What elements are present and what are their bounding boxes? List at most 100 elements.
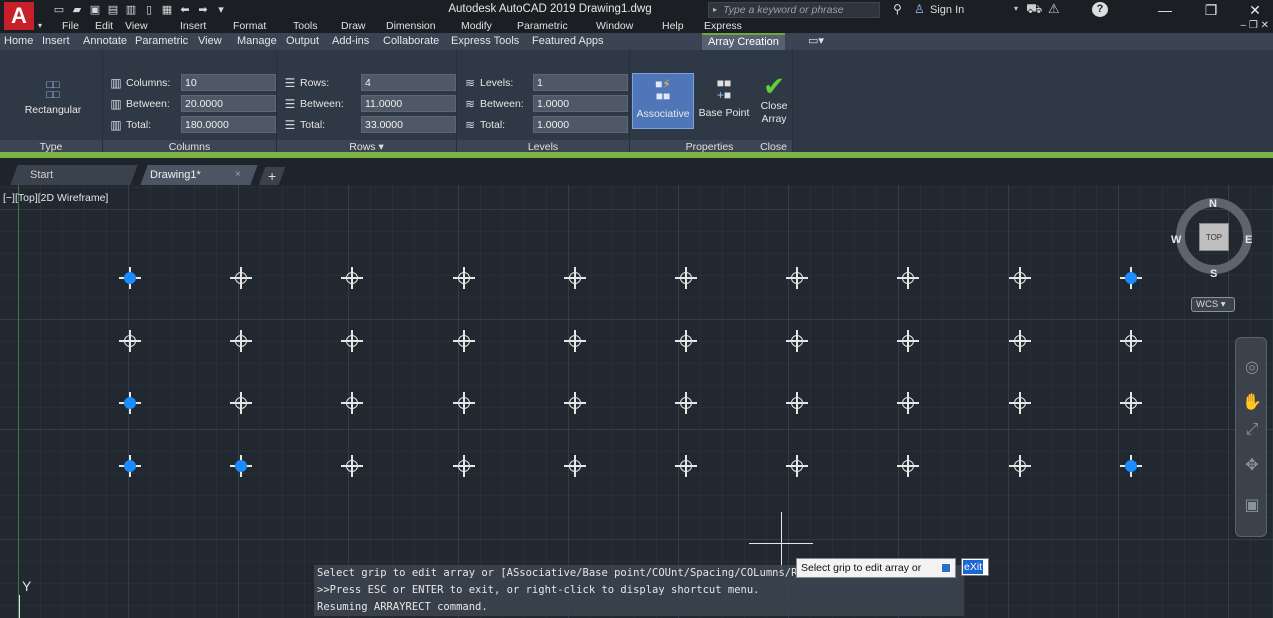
drawing-window-controls[interactable]: – ❐ ✕ (1241, 20, 1269, 31)
dynamic-input-exit-option[interactable]: eXit (961, 558, 989, 576)
tab-insert[interactable]: Insert (42, 33, 70, 50)
array-grip-point[interactable] (1120, 455, 1142, 477)
close-window-button[interactable]: ✕ (1240, 1, 1270, 19)
menu-window[interactable]: Window (596, 20, 633, 33)
tab-array-creation[interactable]: Array Creation (702, 33, 785, 50)
menu-format[interactable]: Format (233, 20, 266, 33)
tab-collaborate[interactable]: Collaborate (383, 33, 439, 50)
chevron-down-icon[interactable]: ▾ (1014, 4, 1018, 13)
rows-between-input[interactable] (361, 95, 456, 112)
viewcube-top-face[interactable]: TOP (1199, 223, 1229, 251)
new-tab-button[interactable]: + (258, 167, 286, 185)
rectangular-array-button[interactable]: □□ □□ Rectangular (18, 80, 88, 117)
array-point[interactable] (1009, 392, 1031, 414)
menu-file[interactable]: File (62, 20, 79, 33)
tab-output[interactable]: Output (286, 33, 319, 50)
array-point[interactable] (341, 330, 363, 352)
array-point[interactable] (1009, 330, 1031, 352)
array-point[interactable] (230, 267, 252, 289)
search-input[interactable]: ▸ Type a keyword or phrase (708, 2, 880, 18)
dynamic-input-options-button[interactable] (941, 563, 951, 573)
array-point[interactable] (675, 392, 697, 414)
array-point[interactable] (341, 455, 363, 477)
compass-east[interactable]: E (1245, 234, 1252, 246)
tab-start[interactable]: Start (10, 165, 138, 185)
rows-total-input[interactable] (361, 116, 456, 133)
compass-south[interactable]: S (1210, 268, 1217, 280)
array-point[interactable] (119, 330, 141, 352)
base-point-button[interactable]: ■■ +■ Base Point (696, 73, 752, 129)
array-point[interactable] (1009, 267, 1031, 289)
array-point[interactable] (897, 455, 919, 477)
menu-draw[interactable]: Draw (341, 20, 366, 33)
array-point[interactable] (453, 330, 475, 352)
array-grip-point[interactable] (119, 455, 141, 477)
array-grip-point[interactable] (1120, 267, 1142, 289)
menu-express[interactable]: Express (704, 20, 742, 33)
menu-help[interactable]: Help (662, 20, 684, 33)
zoom-extents-icon[interactable]: ⤢ (1242, 420, 1262, 440)
maximize-button[interactable]: ❐ (1196, 1, 1226, 19)
array-point[interactable] (230, 330, 252, 352)
menu-view[interactable]: View (125, 20, 148, 33)
array-point[interactable] (675, 455, 697, 477)
array-point[interactable] (786, 267, 808, 289)
steering-wheel-icon[interactable]: ◎ (1242, 358, 1262, 378)
compass-west[interactable]: W (1171, 234, 1181, 246)
minimize-button[interactable]: — (1150, 1, 1180, 19)
pan-icon[interactable]: ✋ (1242, 393, 1262, 413)
viewport-controls[interactable]: [−][Top][2D Wireframe] (3, 192, 108, 204)
array-point[interactable] (675, 267, 697, 289)
compass-north[interactable]: N (1209, 198, 1217, 210)
tab-view[interactable]: View (198, 33, 222, 50)
array-point[interactable] (786, 455, 808, 477)
array-point[interactable] (564, 267, 586, 289)
sign-in-button[interactable]: Sign In (930, 4, 964, 16)
menu-edit[interactable]: Edit (95, 20, 113, 33)
array-point[interactable] (564, 330, 586, 352)
orbit-icon[interactable]: ✥ (1242, 456, 1262, 476)
menu-insert[interactable]: Insert (180, 20, 206, 33)
array-point[interactable] (675, 330, 697, 352)
array-point[interactable] (897, 267, 919, 289)
array-point[interactable] (897, 392, 919, 414)
array-grip-point[interactable] (119, 392, 141, 414)
associative-button[interactable]: ■⚡ ■■ Associative (632, 73, 694, 129)
array-point[interactable] (230, 392, 252, 414)
levels-between-input[interactable] (533, 95, 628, 112)
drawing-canvas[interactable]: [−][Top][2D Wireframe] Y (0, 185, 1273, 618)
columns-count-input[interactable] (181, 74, 276, 91)
ribbon-options-icon[interactable]: ▭▾ (808, 33, 824, 50)
array-point[interactable] (786, 330, 808, 352)
array-point[interactable] (1120, 392, 1142, 414)
tab-manage[interactable]: Manage (237, 33, 277, 50)
columns-between-input[interactable] (181, 95, 276, 112)
autodesk-account-icon[interactable]: ⚠ (1048, 1, 1060, 17)
tab-home[interactable]: Home (4, 33, 33, 50)
menu-dimension[interactable]: Dimension (386, 20, 436, 33)
levels-total-input[interactable] (533, 116, 628, 133)
array-point[interactable] (564, 455, 586, 477)
array-grip-point[interactable] (230, 455, 252, 477)
application-menu-button[interactable]: A ▾ (4, 2, 42, 30)
wcs-menu-button[interactable]: WCS ▾ (1191, 297, 1235, 312)
array-grip-point[interactable] (119, 267, 141, 289)
rows-count-input[interactable] (361, 74, 456, 91)
array-point[interactable] (453, 392, 475, 414)
array-point[interactable] (564, 392, 586, 414)
menu-tools[interactable]: Tools (293, 20, 318, 33)
tab-add-ins[interactable]: Add-ins (332, 33, 369, 50)
cart-icon[interactable]: ⛟ (1026, 1, 1042, 19)
array-point[interactable] (897, 330, 919, 352)
array-point[interactable] (341, 267, 363, 289)
columns-total-input[interactable] (181, 116, 276, 133)
menu-parametric[interactable]: Parametric (517, 20, 568, 33)
tab-annotate[interactable]: Annotate (83, 33, 127, 50)
close-array-button[interactable]: ✔ Close Array (755, 72, 793, 126)
levels-count-input[interactable] (533, 74, 628, 91)
tab-featured-apps[interactable]: Featured Apps (532, 33, 604, 50)
array-point[interactable] (341, 392, 363, 414)
binoculars-icon[interactable]: ⚲ (893, 2, 902, 16)
close-icon[interactable]: × (235, 169, 241, 180)
showmotion-icon[interactable]: ▣ (1242, 496, 1262, 516)
